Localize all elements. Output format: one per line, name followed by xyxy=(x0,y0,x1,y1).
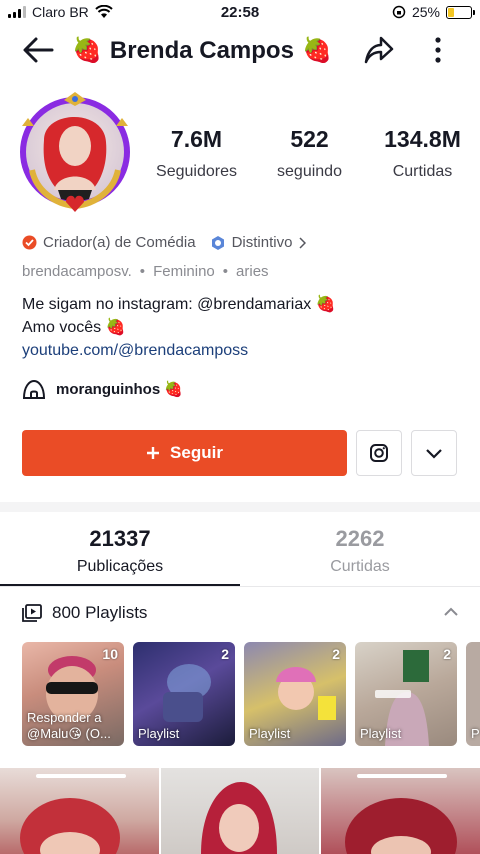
instagram-icon xyxy=(370,444,388,462)
content-tabs: 21337 Publicações 2262 Curtidas xyxy=(0,512,480,588)
separator-dot: • xyxy=(139,263,146,280)
bio-link[interactable]: youtube.com/@brendacamposs xyxy=(22,339,336,362)
video-preview xyxy=(200,782,277,854)
badge-link[interactable]: Distintivo xyxy=(232,234,293,251)
playlist-caption: Responder a @Malu😘 (O... xyxy=(27,710,111,741)
playlist-card[interactable]: P xyxy=(466,642,480,746)
category-label: Criador(a) de Comédia xyxy=(43,234,196,251)
profile-tags: Criador(a) de Comédia Distintivo xyxy=(22,234,307,251)
instagram-button[interactable] xyxy=(356,430,402,476)
likes-count: 134.8M xyxy=(384,126,461,152)
following-count: 522 xyxy=(290,126,329,152)
playlist-video-count: 2 xyxy=(221,646,229,662)
plus-icon xyxy=(147,447,160,459)
playlists-title: 800 Playlists xyxy=(52,603,148,622)
battery-percent: 25% xyxy=(411,4,440,20)
playlist-icon xyxy=(22,604,42,622)
group-tent-icon xyxy=(22,379,46,399)
bio-line: Me sigam no instagram: @brendamariax 🍓 xyxy=(22,296,336,313)
liked-label: Curtidas xyxy=(330,558,390,575)
comment-reply-sticker xyxy=(357,774,448,778)
profile-stats: 7.6M Seguidores 522 seguindo 134.8M Curt… xyxy=(140,126,480,181)
playlist-caption: Playlist xyxy=(249,726,291,741)
playlist-caption: Playlist xyxy=(360,726,402,741)
video-preview xyxy=(20,798,120,854)
tab-posts[interactable]: 21337 Publicações xyxy=(0,512,240,588)
profile-meta: brendacamposv. • Feminino • aries xyxy=(22,263,269,280)
follow-button[interactable]: Seguir xyxy=(22,430,347,476)
suggestions-dropdown-button[interactable] xyxy=(411,430,457,476)
playlist-card[interactable]: 2 Playlist xyxy=(244,642,346,746)
video-grid xyxy=(0,768,480,854)
strawberry-emoji: 🍓 xyxy=(72,37,102,64)
likes-stat[interactable]: 134.8M Curtidas xyxy=(366,126,479,181)
posts-label: Publicações xyxy=(76,558,164,575)
orientation-lock-icon xyxy=(392,5,406,19)
playlist-card[interactable]: 10 Responder a @Malu😘 (O... xyxy=(22,642,124,746)
bio-line: Amo vocês 🍓 xyxy=(22,319,126,336)
status-bar: Claro BR 22:58 25% xyxy=(0,0,480,24)
username: brendacamposv. xyxy=(22,263,132,280)
status-right: 25% xyxy=(392,4,475,20)
battery-icon xyxy=(446,5,475,19)
video-preview xyxy=(345,798,458,854)
fan-group[interactable]: moranguinhos 🍓 xyxy=(22,378,183,400)
playlist-video-count: 2 xyxy=(332,646,340,662)
video-thumbnail[interactable] xyxy=(321,768,480,854)
more-options-icon[interactable] xyxy=(426,34,450,66)
playlist-carousel: 10 Responder a @Malu😘 (O... 2 Playlist 2… xyxy=(22,642,480,746)
posts-count: 21337 xyxy=(89,526,151,551)
group-name: moranguinhos 🍓 xyxy=(56,381,184,398)
followers-label: Seguidores xyxy=(156,163,237,180)
following-stat[interactable]: 522 seguindo xyxy=(253,126,366,181)
separator-dot: • xyxy=(222,263,229,280)
playlist-caption: Playlist xyxy=(138,726,180,741)
back-arrow-icon[interactable] xyxy=(20,34,56,66)
tabs-border xyxy=(0,586,480,587)
liked-count: 2262 xyxy=(335,526,385,551)
zodiac-sign: aries xyxy=(236,263,269,280)
badge-icon xyxy=(211,235,224,250)
video-thumbnail[interactable] xyxy=(160,768,320,854)
following-label: seguindo xyxy=(277,163,342,180)
share-icon[interactable] xyxy=(360,32,396,68)
playlist-video-count: 2 xyxy=(443,646,451,662)
follow-label: Seguir xyxy=(170,443,223,462)
chevron-right-icon xyxy=(299,236,307,249)
strawberry-emoji: 🍓 xyxy=(301,37,332,64)
followers-count: 7.6M xyxy=(170,126,223,152)
playlist-card[interactable]: 2 Playlist xyxy=(133,642,235,746)
comment-reply-sticker xyxy=(36,774,126,778)
playlists-header[interactable]: 800 Playlists xyxy=(22,596,462,630)
chevron-down-icon xyxy=(426,449,442,459)
avatar[interactable] xyxy=(14,90,136,218)
likes-label: Curtidas xyxy=(392,163,453,180)
verified-check-icon xyxy=(22,235,37,250)
profile-name: Brenda Campos xyxy=(109,36,294,64)
page-title: 🍓 Brenda Campos 🍓 xyxy=(72,36,332,65)
tab-liked[interactable]: 2262 Curtidas xyxy=(240,512,480,588)
video-thumbnail[interactable] xyxy=(0,768,159,854)
gender: Feminino xyxy=(153,263,215,280)
playlist-video-count: 10 xyxy=(102,646,118,662)
playlist-card[interactable]: 2 Playlist xyxy=(355,642,457,746)
bio: Me sigam no instagram: @brendamariax 🍓 A… xyxy=(22,293,336,362)
playlist-caption: P xyxy=(471,726,480,741)
section-divider xyxy=(0,502,480,512)
top-nav: 🍓 Brenda Campos 🍓 xyxy=(0,28,480,72)
chevron-up-icon[interactable] xyxy=(441,602,461,622)
followers-stat[interactable]: 7.6M Seguidores xyxy=(140,126,253,181)
